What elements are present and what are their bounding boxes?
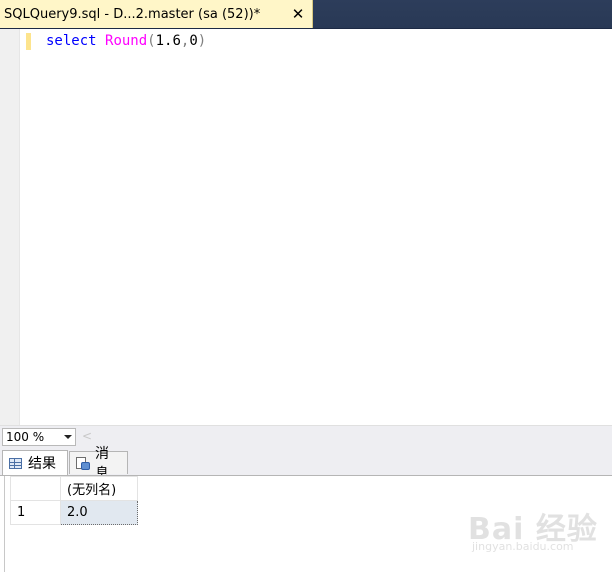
code-line-1[interactable]: select Round(1.6,0) bbox=[46, 33, 206, 50]
open-paren: ( bbox=[147, 33, 156, 49]
document-tab-strip: SQLQuery9.sql - D...2.master (sa (52))* … bbox=[0, 0, 612, 29]
document-tab[interactable]: SQLQuery9.sql - D...2.master (sa (52))* … bbox=[0, 0, 313, 28]
sql-function-round: Round bbox=[105, 33, 148, 49]
column-header[interactable]: (无列名) bbox=[60, 476, 138, 501]
grid-header-row: (无列名) bbox=[10, 476, 138, 501]
chevron-down-icon[interactable] bbox=[64, 435, 72, 439]
results-tab-strip: 结果 消息 bbox=[0, 446, 612, 482]
row-number-header[interactable] bbox=[10, 476, 61, 501]
tab-messages[interactable]: 消息 bbox=[69, 446, 128, 482]
zoom-bar: 100 % < bbox=[0, 425, 612, 447]
editor-gutter bbox=[0, 29, 20, 425]
change-indicator-bar bbox=[26, 33, 31, 50]
zoom-dropdown[interactable]: 100 % bbox=[2, 428, 76, 446]
results-grid: (无列名) 1 2.0 bbox=[10, 476, 138, 525]
grid-icon bbox=[9, 457, 22, 469]
close-paren: ) bbox=[197, 33, 207, 49]
zoom-value: 100 % bbox=[6, 430, 45, 444]
baidu-jingyan-watermark: Bai 经验 jingyan.baidu.com bbox=[468, 500, 608, 558]
document-tab-title: SQLQuery9.sql - D...2.master (sa (52))* bbox=[4, 6, 261, 22]
tab-results[interactable]: 结果 bbox=[2, 450, 68, 475]
numeric-literal-arg2: 0 bbox=[189, 33, 198, 49]
result-cell[interactable]: 2.0 bbox=[60, 500, 138, 525]
close-icon[interactable]: ✕ bbox=[290, 6, 306, 22]
numeric-literal-arg1: 1.6 bbox=[155, 33, 181, 49]
query-editor[interactable]: select Round(1.6,0) bbox=[0, 29, 612, 425]
sql-keyword-select: select bbox=[46, 33, 97, 49]
tab-results-label: 结果 bbox=[28, 456, 56, 472]
scroll-left-arrow-icon[interactable]: < bbox=[82, 429, 92, 443]
row-number[interactable]: 1 bbox=[10, 500, 61, 525]
ssms-window: SQLQuery9.sql - D...2.master (sa (52))* … bbox=[0, 0, 612, 572]
messages-icon bbox=[76, 456, 90, 470]
watermark-url: jingyan.baidu.com bbox=[472, 540, 574, 553]
table-row[interactable]: 1 2.0 bbox=[10, 500, 138, 525]
